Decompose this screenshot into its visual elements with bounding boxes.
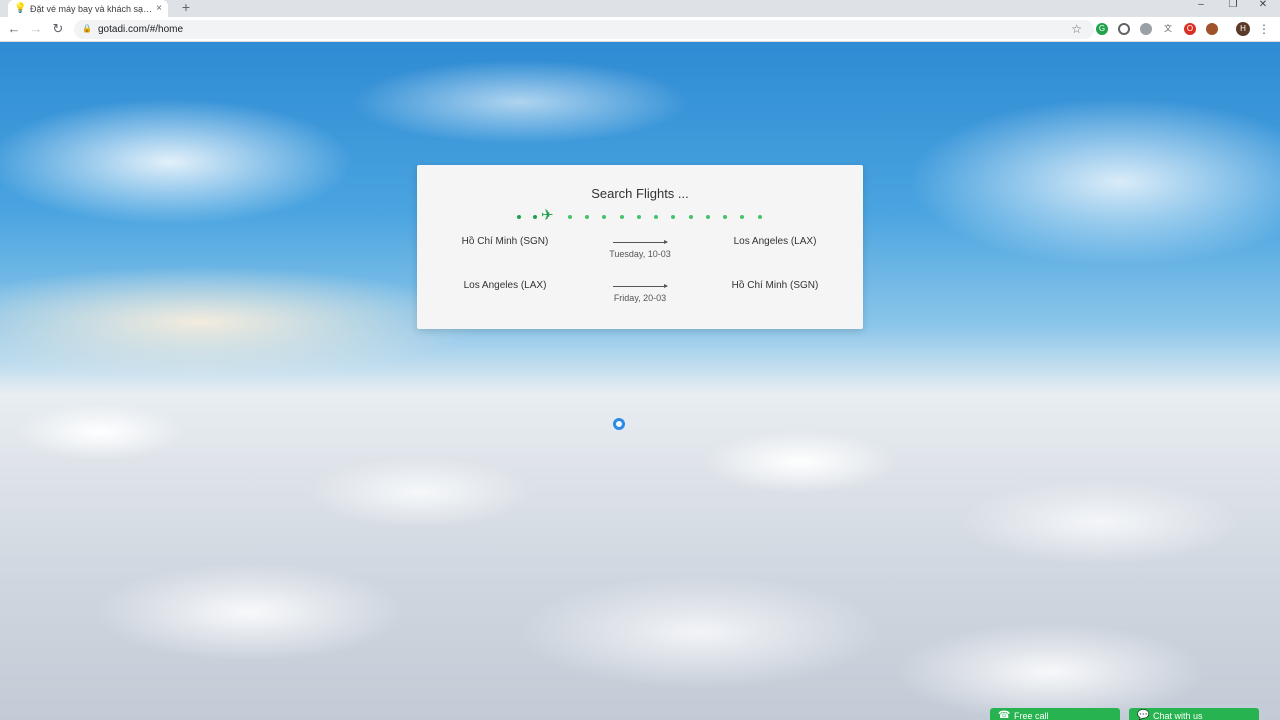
minimize-button[interactable]: – — [1186, 0, 1216, 17]
progress-dot — [585, 215, 589, 219]
destination-city: Hồ Chí Minh (SGN) — [731, 280, 819, 291]
search-flights-card: Search Flights ... ✈ Hồ Chí Minh (SGN) L… — [417, 165, 863, 329]
chat-label: Chat with us — [1153, 711, 1203, 720]
airplane-icon: ✈ — [541, 207, 554, 224]
translate-extension-icon[interactable]: 文 — [1162, 23, 1174, 35]
new-tab-button[interactable]: + — [178, 0, 194, 17]
close-window-button[interactable]: ✕ — [1248, 0, 1278, 17]
tab-strip: 💡 Đặt vé máy bay và khách sạn trên × + –… — [0, 0, 1280, 17]
progress-dot — [517, 215, 521, 219]
free-call-button[interactable]: ☎ Free call — [990, 708, 1120, 720]
progress-dot — [706, 215, 710, 219]
back-arrow-icon[interactable]: ← — [6, 21, 22, 37]
flight-leg-return: Los Angeles (LAX) Hồ Chí Minh (SGN) Frid… — [417, 280, 863, 310]
progress-dot — [740, 215, 744, 219]
phone-icon: ☎ — [998, 710, 1011, 720]
route-arrow-icon — [613, 240, 668, 244]
browser-toolbar: ← → ↻ 🔒 gotadi.com/#/home ☆ G 文 O H ⋮ — [0, 17, 1280, 42]
restore-button[interactable]: ❐ — [1218, 0, 1248, 17]
page-background: Search Flights ... ✈ Hồ Chí Minh (SGN) L… — [0, 42, 1280, 720]
chat-bubble-icon: 💬 — [1137, 710, 1150, 720]
forward-arrow-icon[interactable]: → — [28, 21, 44, 37]
progress-dot — [533, 215, 537, 219]
progress-dot — [568, 215, 572, 219]
destination-city: Los Angeles (LAX) — [733, 236, 817, 247]
extension-icon[interactable] — [1140, 23, 1152, 35]
cloud-background — [0, 372, 1280, 720]
flight-leg-outbound: Hồ Chí Minh (SGN) Los Angeles (LAX) Tues… — [417, 236, 863, 266]
cookie-extension-icon[interactable] — [1206, 23, 1218, 35]
tab-close-icon[interactable]: × — [156, 3, 162, 14]
lightbulb-favicon-icon: 💡 — [14, 2, 27, 14]
record-extension-icon[interactable] — [1118, 23, 1130, 35]
reload-icon[interactable]: ↻ — [50, 21, 66, 37]
search-title: Search Flights ... — [591, 186, 689, 201]
loading-progress: ✈ — [517, 207, 765, 224]
return-date: Friday, 20-03 — [613, 293, 667, 303]
bookmark-star-icon[interactable]: ☆ — [1071, 22, 1082, 36]
browser-menu-icon[interactable]: ⋮ — [1258, 22, 1270, 36]
route-arrow-icon — [613, 284, 668, 288]
progress-dot — [637, 215, 641, 219]
progress-dot — [758, 215, 762, 219]
profile-avatar[interactable]: H — [1236, 22, 1250, 36]
chat-button[interactable]: 💬 Chat with us — [1129, 708, 1259, 720]
progress-dot — [723, 215, 727, 219]
browser-tab[interactable]: 💡 Đặt vé máy bay và khách sạn trên × — [8, 0, 168, 17]
free-call-label: Free call — [1014, 711, 1049, 720]
url-text: gotadi.com/#/home — [98, 24, 184, 35]
progress-dot — [654, 215, 658, 219]
origin-city: Los Angeles (LAX) — [463, 280, 547, 291]
lock-icon: 🔒 — [82, 24, 92, 33]
grammarly-extension-icon[interactable]: G — [1096, 23, 1108, 35]
departure-date: Tuesday, 10-03 — [609, 249, 671, 259]
mouse-cursor — [613, 418, 625, 430]
opera-extension-icon[interactable]: O — [1184, 23, 1196, 35]
progress-dot — [602, 215, 606, 219]
origin-city: Hồ Chí Minh (SGN) — [461, 236, 549, 247]
progress-dot — [689, 215, 693, 219]
address-bar[interactable]: 🔒 gotadi.com/#/home ☆ — [74, 20, 1094, 39]
progress-dot — [620, 215, 624, 219]
progress-dot — [671, 215, 675, 219]
tab-title: Đặt vé máy bay và khách sạn trên — [30, 3, 152, 14]
